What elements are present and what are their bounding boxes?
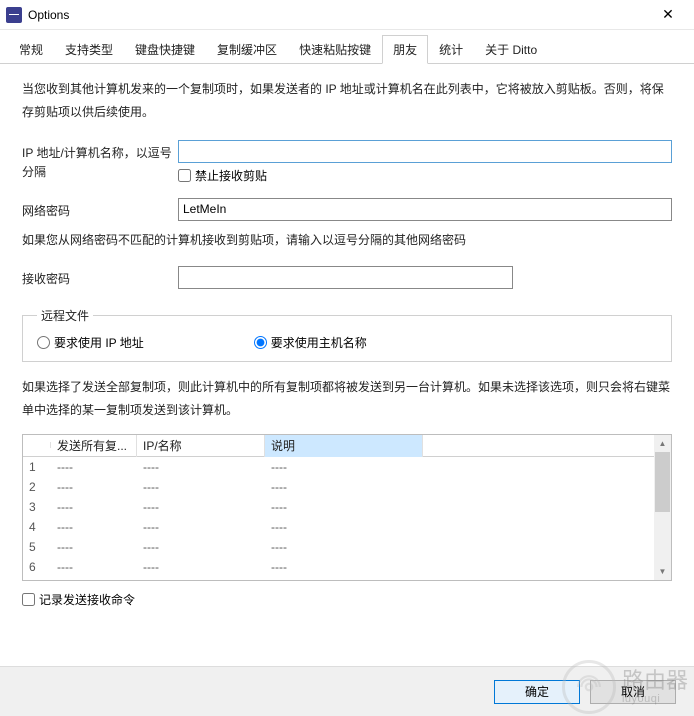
- tab-quickpaste[interactable]: 快速粘贴按键: [288, 35, 382, 64]
- window-title: Options: [28, 8, 648, 22]
- grid-col-description[interactable]: 说明: [265, 435, 423, 457]
- table-row[interactable]: 2------------: [23, 477, 654, 497]
- radio-use-hostname-label[interactable]: 要求使用主机名称: [254, 334, 367, 351]
- tab-friends[interactable]: 朋友: [382, 35, 428, 64]
- cancel-button[interactable]: 取消: [590, 680, 676, 704]
- table-row[interactable]: 4------------: [23, 517, 654, 537]
- tab-general[interactable]: 常规: [8, 35, 54, 64]
- grid-col-ipname[interactable]: IP/名称: [137, 435, 265, 457]
- intro-text: 当您收到其他计算机发来的一个复制项时，如果发送者的 IP 地址或计算机名在此列表…: [22, 78, 672, 124]
- receive-password-field[interactable]: [178, 266, 513, 289]
- tab-stats[interactable]: 统计: [428, 35, 474, 64]
- close-button[interactable]: ✕: [648, 1, 688, 29]
- tab-strip: 常规 支持类型 键盘快捷键 复制缓冲区 快速粘贴按键 朋友 统计 关于 Ditt…: [0, 30, 694, 64]
- label-receive-password: 接收密码: [22, 266, 178, 289]
- disable-receive-label: 禁止接收剪贴: [195, 167, 267, 184]
- log-commands-label: 记录发送接收命令: [39, 591, 135, 608]
- disable-receive-checkbox[interactable]: [178, 169, 191, 182]
- send-description: 如果选择了发送全部复制项，则此计算机中的所有复制项都将被发送到另一台计算机。如果…: [22, 376, 672, 422]
- grid-col-index: [23, 442, 51, 448]
- scroll-down-icon[interactable]: ▼: [654, 563, 671, 580]
- network-password-hint: 如果您从网络密码不匹配的计算机接收到剪贴项，请输入以逗号分隔的其他网络密码: [22, 231, 672, 248]
- table-row[interactable]: 3------------: [23, 497, 654, 517]
- grid-col-sendall[interactable]: 发送所有复...: [51, 435, 137, 457]
- label-ip-names: IP 地址/计算机名称，以逗号分隔: [22, 140, 178, 182]
- radio-use-hostname[interactable]: [254, 336, 267, 349]
- ok-button[interactable]: 确定: [494, 680, 580, 704]
- network-password-field[interactable]: [178, 198, 672, 221]
- remote-file-group: 远程文件 要求使用 IP 地址 要求使用主机名称: [22, 307, 672, 362]
- friends-grid[interactable]: 发送所有复... IP/名称 说明 1------------2--------…: [22, 434, 672, 581]
- tab-copybuffer[interactable]: 复制缓冲区: [206, 35, 288, 64]
- scroll-thumb[interactable]: [655, 452, 670, 512]
- remote-file-legend: 远程文件: [37, 307, 93, 324]
- scroll-up-icon[interactable]: ▲: [654, 435, 671, 452]
- app-icon: —: [6, 7, 22, 23]
- tab-hotkeys[interactable]: 键盘快捷键: [124, 35, 206, 64]
- table-row[interactable]: 5------------: [23, 537, 654, 557]
- tab-types[interactable]: 支持类型: [54, 35, 124, 64]
- label-network-password: 网络密码: [22, 198, 178, 221]
- grid-scrollbar[interactable]: ▲ ▼: [654, 435, 671, 580]
- radio-use-ip-label[interactable]: 要求使用 IP 地址: [37, 334, 144, 351]
- ip-names-field[interactable]: [178, 140, 672, 163]
- table-row[interactable]: 1------------: [23, 457, 654, 477]
- radio-use-ip[interactable]: [37, 336, 50, 349]
- table-row[interactable]: 6------------: [23, 557, 654, 577]
- tab-about[interactable]: 关于 Ditto: [474, 35, 548, 64]
- log-commands-checkbox[interactable]: [22, 593, 35, 606]
